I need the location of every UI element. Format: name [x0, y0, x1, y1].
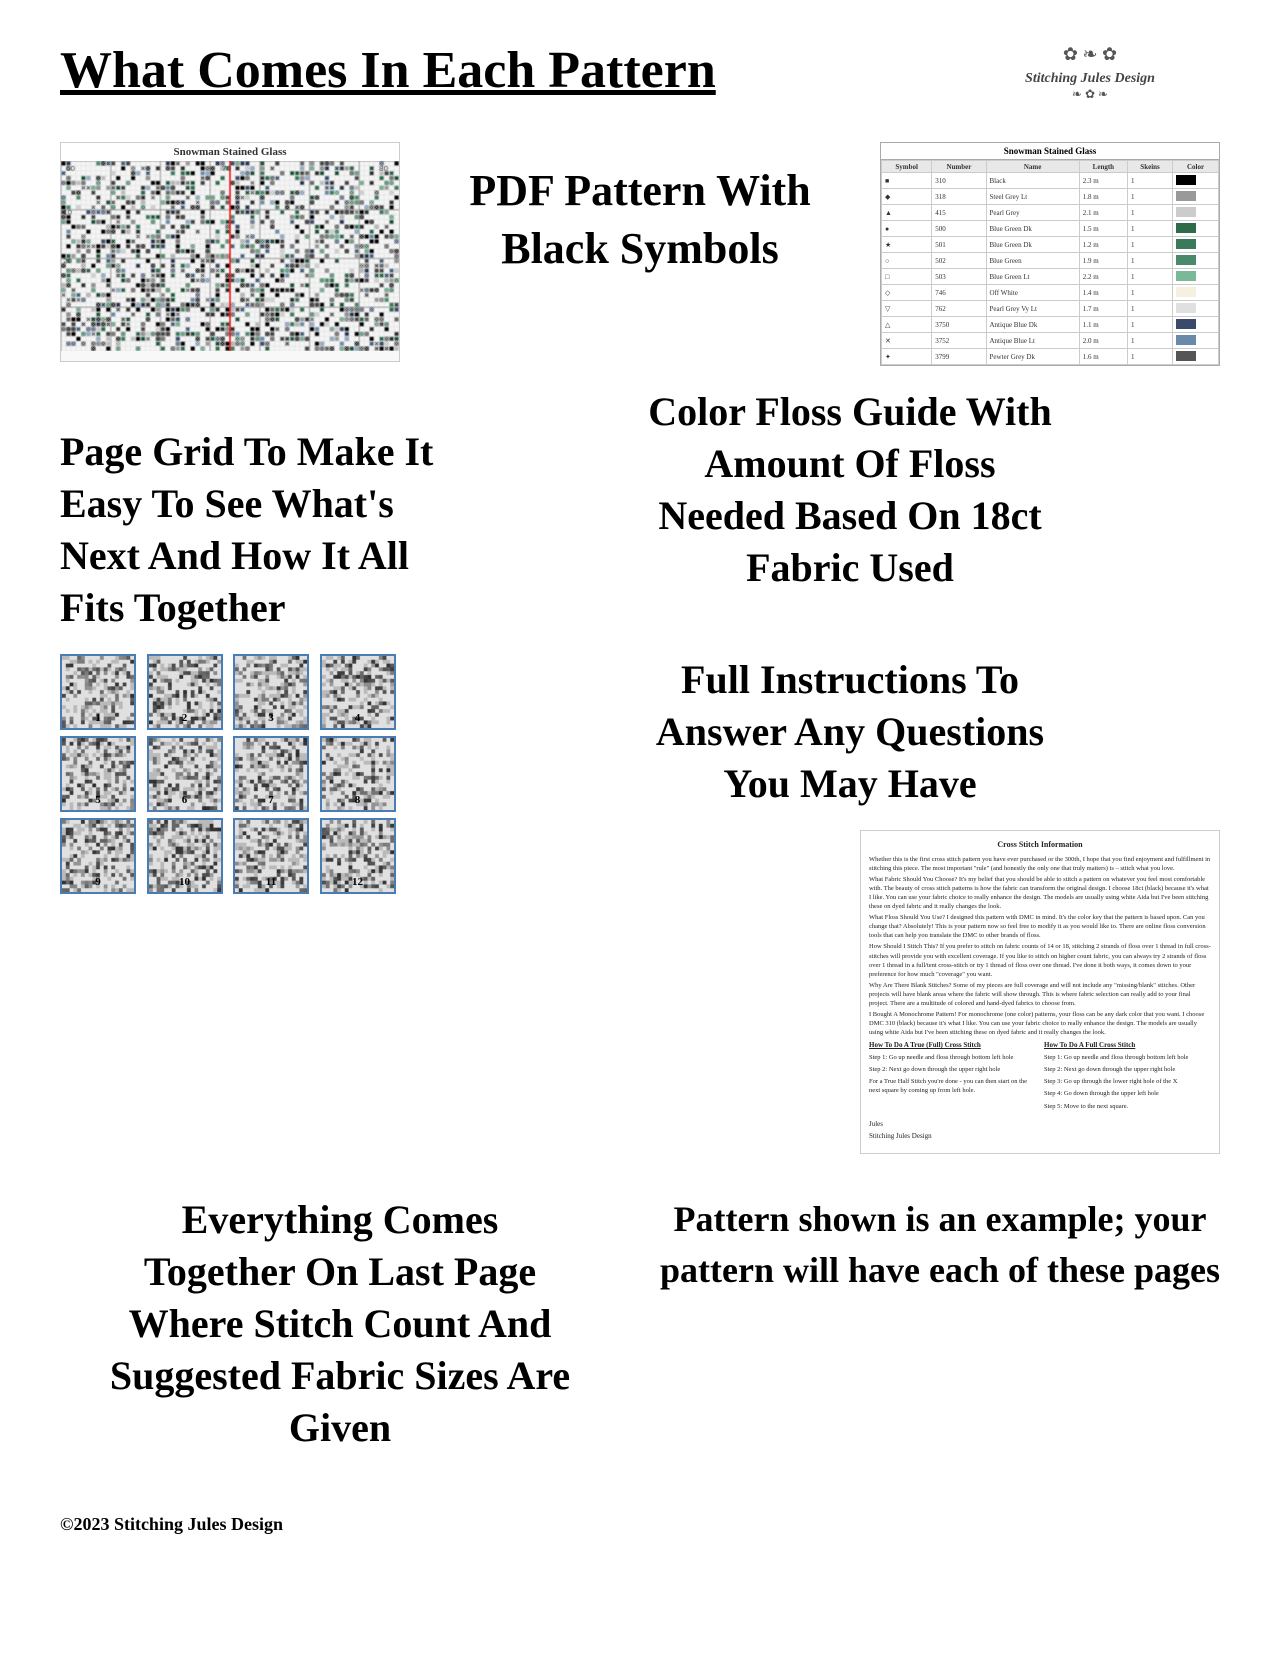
- page-number: 3: [268, 712, 274, 724]
- how-to-stitch-cols: How To Do A True (Full) Cross Stitch Ste…: [869, 1041, 1211, 1113]
- main-title: What Comes In Each Pattern: [60, 40, 716, 102]
- brand-logo: ✿ ❧ ✿ Stitching Jules Design ❧ ✿ ❧: [960, 40, 1220, 100]
- page-number: 12: [352, 876, 363, 888]
- section-3: 123456789101112 Full Instructions To Ans…: [60, 654, 1220, 1154]
- page-thumbnail: 7: [233, 736, 309, 812]
- color-swatch: [1176, 319, 1196, 329]
- page-number: 10: [179, 876, 190, 888]
- floss-table-container: Snowman Stained Glass Symbol Number Name…: [880, 142, 1220, 366]
- color-swatch: [1176, 175, 1196, 185]
- col-skeins: Skeins: [1128, 161, 1173, 173]
- pages-grid: 123456789101112: [60, 654, 400, 894]
- page-number: 1: [95, 712, 101, 724]
- floss-table-row: ★501Blue Green Dk1.2 m1: [882, 237, 1219, 253]
- page-thumbnail: 2: [147, 654, 223, 730]
- page-thumbnail: 12: [320, 818, 396, 894]
- page-number: 6: [182, 794, 188, 806]
- copyright-text: ©2023 Stitching Jules Design: [60, 1514, 1220, 1535]
- color-swatch: [1176, 335, 1196, 345]
- page-thumbnail: 6: [147, 736, 223, 812]
- floss-table-row: ●500Blue Green Dk1.5 m1: [882, 221, 1219, 237]
- floss-table-title: Snowman Stained Glass: [881, 143, 1219, 160]
- color-swatch: [1176, 287, 1196, 297]
- svg-text:❧ ✿ ❧: ❧ ✿ ❧: [1072, 87, 1108, 100]
- page-thumbnail: 8: [320, 736, 396, 812]
- pattern-canvas: [61, 161, 399, 351]
- floss-table-row: □503Blue Green Lt2.2 m1: [882, 269, 1219, 285]
- color-swatch: [1176, 239, 1196, 249]
- how-to-fc-col: How To Do A Full Cross Stitch Step 1: Go…: [1044, 1041, 1211, 1113]
- section-2: Page Grid To Make It Easy To See What's …: [60, 386, 1220, 634]
- color-swatch: [1176, 255, 1196, 265]
- color-floss-text: Color Floss Guide With Amount Of Floss N…: [648, 386, 1051, 594]
- cross-stitch-info-block: Cross Stitch Information Whether this is…: [860, 830, 1220, 1154]
- col-name: Name: [986, 161, 1079, 173]
- how-to-ev-steps: Step 1: Go up needle and floss through b…: [869, 1053, 1036, 1095]
- color-swatch: [1176, 223, 1196, 233]
- page-number: 5: [95, 794, 101, 806]
- page-grid-text: Page Grid To Make It Easy To See What's …: [60, 386, 440, 634]
- right-column: Color Floss Guide With Amount Of Floss N…: [480, 386, 1220, 614]
- page-thumbnail: 3: [233, 654, 309, 730]
- section-1-text: PDF Pattern With Black Symbols: [440, 142, 840, 276]
- floss-table-row: ▲415Pearl Grey2.1 m1: [882, 205, 1219, 221]
- floss-table-row: ■310Black2.3 m1: [882, 173, 1219, 189]
- color-swatch: [1176, 271, 1196, 281]
- page-thumbnail: 11: [233, 818, 309, 894]
- floss-table-row: ✦3799Pewter Grey Dk1.6 m1: [882, 349, 1219, 365]
- header: What Comes In Each Pattern ✿ ❧ ✿ Stitchi…: [60, 40, 1220, 102]
- color-swatch: [1176, 191, 1196, 201]
- page-number: 4: [355, 712, 361, 724]
- page-thumbnail: 4: [320, 654, 396, 730]
- page-number: 9: [95, 876, 101, 888]
- how-to-ev-col: How To Do A True (Full) Cross Stitch Ste…: [869, 1041, 1036, 1113]
- cross-stitch-info-body: Whether this is the first cross stitch p…: [869, 855, 1211, 1038]
- color-swatch: [1176, 303, 1196, 313]
- cross-stitch-chart: Snowman Stained Glass: [60, 142, 400, 362]
- page-thumbnail: 10: [147, 818, 223, 894]
- color-swatch: [1176, 207, 1196, 217]
- col-number: Number: [932, 161, 986, 173]
- section-3-right: Full Instructions To Answer Any Question…: [480, 654, 1220, 1154]
- section-1: Snowman Stained Glass PDF Pattern With B…: [60, 142, 1220, 366]
- svg-text:Stitching Jules Design: Stitching Jules Design: [1025, 71, 1155, 86]
- color-swatch: [1176, 351, 1196, 361]
- col-length: Length: [1079, 161, 1127, 173]
- pages-grid-area: 123456789101112: [60, 654, 440, 894]
- page-thumbnail: 9: [60, 818, 136, 894]
- example-note-text: Pattern shown is an example; your patter…: [660, 1194, 1220, 1454]
- signature: JulesStitching Jules Design: [869, 1120, 1211, 1143]
- col-symbol: Symbol: [882, 161, 932, 173]
- floss-table-row: △3750Antique Blue Dk1.1 m1: [882, 317, 1219, 333]
- full-instructions-text: Full Instructions To Answer Any Question…: [656, 654, 1044, 810]
- cross-stitch-image-area: Snowman Stained Glass: [60, 142, 400, 362]
- cross-stitch-info-title: Cross Stitch Information: [869, 839, 1211, 850]
- page-thumbnail: 5: [60, 736, 136, 812]
- floss-table-row: ▽762Pearl Grey Vy Lt1.7 m1: [882, 301, 1219, 317]
- section-4: Everything Comes Together On Last Page W…: [60, 1194, 1220, 1454]
- everything-together-text: Everything Comes Together On Last Page W…: [60, 1194, 620, 1454]
- page-number: 11: [266, 876, 276, 888]
- how-to-fc-steps: Step 1: Go up needle and floss through b…: [1044, 1053, 1211, 1110]
- floss-table-row: ◇746Off White1.4 m1: [882, 285, 1219, 301]
- how-to-fc-title: How To Do A Full Cross Stitch: [1044, 1041, 1211, 1051]
- pdf-pattern-text: PDF Pattern With Black Symbols: [469, 162, 810, 276]
- floss-table-row: ○502Blue Green1.9 m1: [882, 253, 1219, 269]
- how-to-ev-title: How To Do A True (Full) Cross Stitch: [869, 1041, 1036, 1051]
- page-number: 7: [268, 794, 274, 806]
- chart-title: Snowman Stained Glass: [61, 143, 399, 161]
- col-color: Color: [1173, 161, 1219, 173]
- footer: ©2023 Stitching Jules Design: [60, 1494, 1220, 1535]
- floss-table: Symbol Number Name Length Skeins Color ■…: [881, 160, 1219, 365]
- page-number: 8: [355, 794, 361, 806]
- svg-text:✿ ❧ ✿: ✿ ❧ ✿: [1063, 44, 1117, 64]
- page-thumbnail: 1: [60, 654, 136, 730]
- floss-table-row: ✕3752Antique Blue Lt2.0 m1: [882, 333, 1219, 349]
- brand-flourish-icon: ✿ ❧ ✿ Stitching Jules Design ❧ ✿ ❧: [1000, 40, 1180, 100]
- page-number: 2: [182, 712, 188, 724]
- floss-table-row: ◆318Steel Grey Lt1.8 m1: [882, 189, 1219, 205]
- page: What Comes In Each Pattern ✿ ❧ ✿ Stitchi…: [0, 0, 1280, 1657]
